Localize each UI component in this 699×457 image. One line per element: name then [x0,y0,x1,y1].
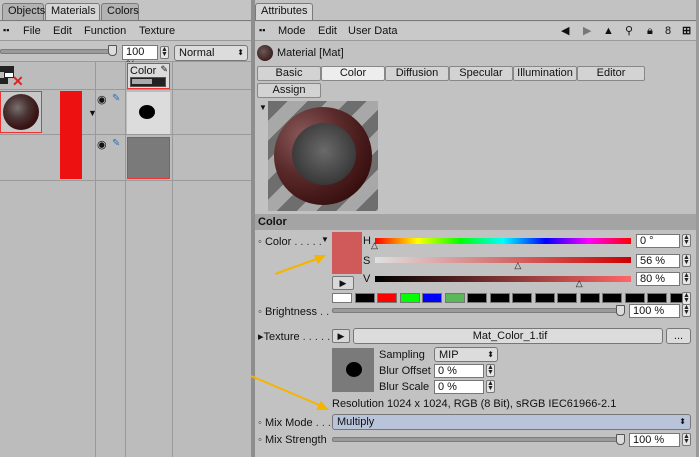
annotation-arrows [250,255,329,410]
arrow-to-color-swatch [274,255,326,275]
arrow-to-mix-mode [250,375,329,410]
